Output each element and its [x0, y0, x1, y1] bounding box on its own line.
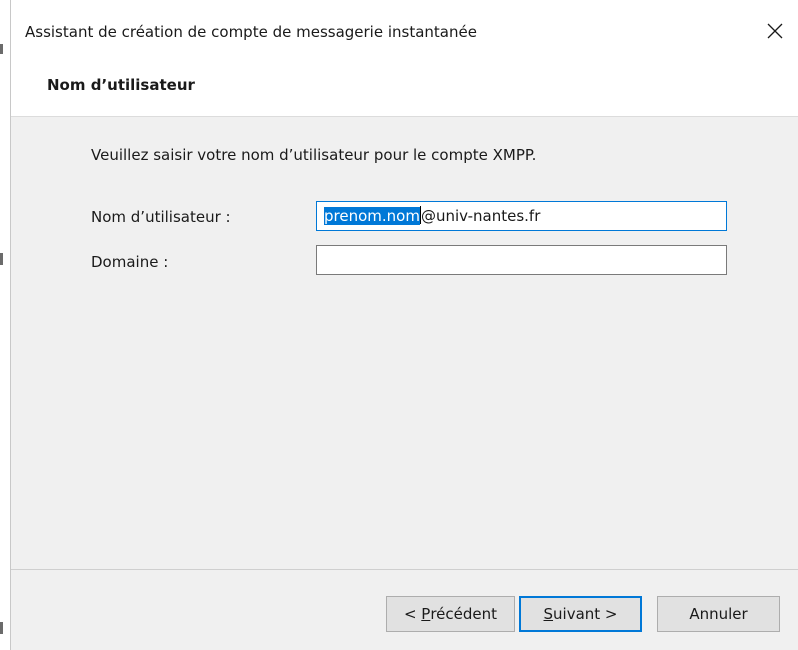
- window-title: Assistant de création de compte de messa…: [25, 23, 477, 41]
- domain-label: Domaine :: [91, 253, 169, 271]
- username-selected-text: prenom.nom: [324, 207, 420, 225]
- background-window-edge-1: [0, 44, 3, 54]
- domain-input[interactable]: [316, 245, 727, 275]
- background-window-edge-2: [0, 253, 3, 265]
- previous-button[interactable]: < Précédent: [386, 596, 515, 632]
- next-button[interactable]: Suivant >: [519, 596, 642, 632]
- title-bar: Assistant de création de compte de messa…: [11, 0, 798, 64]
- next-button-accel: S: [543, 605, 554, 623]
- wizard-header: Nom d’utilisateur: [11, 64, 798, 117]
- page-title: Nom d’utilisateur: [47, 76, 195, 94]
- close-button[interactable]: [760, 16, 790, 46]
- username-label: Nom d’utilisateur :: [91, 208, 231, 226]
- cancel-button-label: Annuler: [689, 605, 748, 623]
- cancel-button[interactable]: Annuler: [657, 596, 780, 632]
- instruction-text: Veuillez saisir votre nom d’utilisateur …: [91, 146, 537, 164]
- username-suffix-text: @univ-nantes.fr: [420, 207, 541, 225]
- account-wizard-dialog: Assistant de création de compte de messa…: [10, 0, 798, 650]
- previous-button-accel: P: [421, 605, 431, 623]
- previous-button-prefix: <: [403, 605, 422, 623]
- close-icon: [767, 23, 783, 39]
- username-input[interactable]: prenom.nom@univ-nantes.fr: [316, 201, 727, 231]
- previous-button-rest: récédent: [430, 605, 498, 623]
- footer-divider: [11, 569, 798, 570]
- next-button-rest: uivant >: [553, 605, 618, 623]
- background-window-edge-3: [0, 622, 3, 634]
